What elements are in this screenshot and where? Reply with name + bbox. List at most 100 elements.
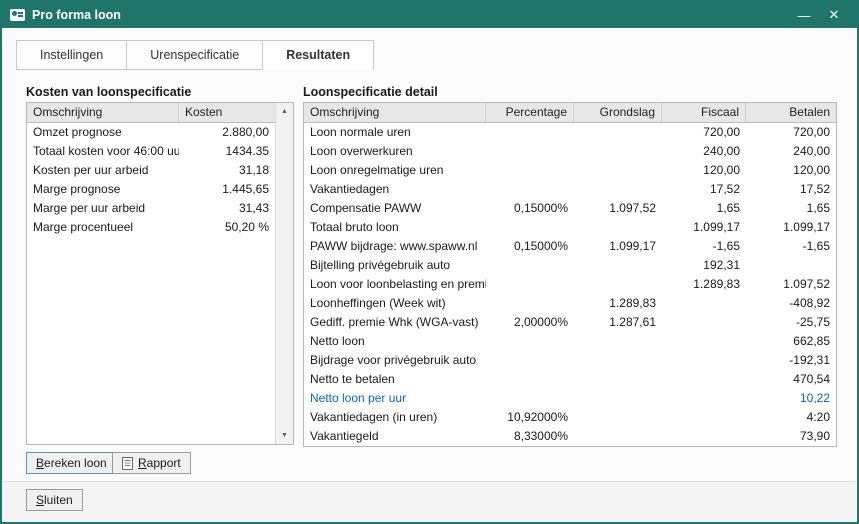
table-row[interactable]: Vakantiedagen (in uren)10,92000%4:20 — [304, 408, 836, 427]
table-row[interactable]: PAWW bijdrage: www.spaww.nl0,15000%1.099… — [304, 237, 836, 256]
window-title: Pro forma loon — [32, 8, 121, 22]
table-cell — [574, 351, 662, 370]
table-cell — [662, 351, 746, 370]
table-cell: Marge procentueel — [27, 218, 179, 237]
column-header-fiscaal: Fiscaal — [662, 103, 746, 122]
tab-urenspecificatie[interactable]: Urenspecificatie — [126, 40, 263, 70]
app-icon — [10, 9, 25, 21]
kosten-table-body: Omzet prognose2.880,00Totaal kosten voor… — [27, 123, 275, 237]
table-cell: Vakantiedagen (in uren) — [304, 408, 486, 427]
table-cell — [574, 332, 662, 351]
table-cell: 720,00 — [746, 123, 836, 142]
table-cell: 720,00 — [662, 123, 746, 142]
loonspecificatie-table-body: Loon normale uren 720,00720,00Loon overwe… — [304, 123, 836, 446]
table-row[interactable]: Loon voor loonbelasting en premies1.289,… — [304, 275, 836, 294]
table-row[interactable]: Vakantiegeld8,33000%73,90 — [304, 427, 836, 446]
bereken-loon-button-label: Bereken loon — [36, 456, 107, 470]
table-row[interactable]: Netto loon 662,85 — [304, 332, 836, 351]
table-cell: Vakantiedagen — [304, 180, 486, 199]
table-cell: 1.099,17 — [746, 218, 836, 237]
minimize-button[interactable]: — — [789, 4, 819, 26]
pro-forma-loon-dialog: Pro forma loon — ✕ Instellingen Urenspec… — [0, 0, 859, 524]
table-row[interactable]: Bijdrage voor privégebruik auto-192,31 — [304, 351, 836, 370]
table-cell — [574, 142, 662, 161]
table-cell — [574, 389, 662, 408]
column-header-omschrijving: Omschrijving — [304, 103, 486, 122]
loonspecificatie-table-header: Omschrijving Percentage Grondslag Fiscaa… — [304, 103, 836, 123]
table-cell — [574, 256, 662, 275]
table-cell: 31,43 — [179, 199, 275, 218]
table-cell: Totaal bruto loon — [304, 218, 486, 237]
table-cell: 10,22 — [746, 389, 836, 408]
table-cell: 1.099,17 — [574, 237, 662, 256]
table-cell: -408,92 — [746, 294, 836, 313]
table-cell: 10,92000% — [486, 408, 574, 427]
table-row[interactable]: Netto te betalen470,54 — [304, 370, 836, 389]
table-cell: 1.289,83 — [662, 275, 746, 294]
sluiten-button[interactable]: Sluiten — [26, 489, 83, 511]
table-cell: Bijdrage voor privégebruik auto — [304, 351, 486, 370]
table-cell: Marge per uur arbeid — [27, 199, 179, 218]
table-cell: Netto loon — [304, 332, 486, 351]
table-cell: -1,65 — [662, 237, 746, 256]
table-cell: 1.097,52 — [574, 199, 662, 218]
table-cell — [486, 275, 574, 294]
table-cell: PAWW bijdrage: www.spaww.nl — [304, 237, 486, 256]
table-cell: Totaal kosten voor 46:00 uur — [27, 142, 179, 161]
table-cell: Loon normale uren — [304, 123, 486, 142]
table-row[interactable]: Totaal bruto loon 1.099,171.099,17 — [304, 218, 836, 237]
table-cell — [574, 180, 662, 199]
sluiten-button-label: Sluiten — [36, 493, 73, 507]
table-cell: 0,15000% — [486, 199, 574, 218]
table-cell: 1.099,17 — [662, 218, 746, 237]
table-cell: 662,85 — [746, 332, 836, 351]
table-row[interactable]: Loonheffingen (Week wit)1.289,83-408,92 — [304, 294, 836, 313]
table-row[interactable]: Gediff. premie Whk (WGA-vast)2,00000%1.2… — [304, 313, 836, 332]
table-row[interactable]: Marge prognose1.445,65 — [27, 180, 275, 199]
table-row[interactable]: Loon normale uren 720,00720,00 — [304, 123, 836, 142]
table-row[interactable]: Compensatie PAWW0,15000%1.097,521,651,65 — [304, 199, 836, 218]
table-cell: Gediff. premie Whk (WGA-vast) — [304, 313, 486, 332]
vertical-scrollbar[interactable]: ▲ ▼ — [275, 103, 293, 444]
table-cell: 192,31 — [662, 256, 746, 275]
table-cell — [662, 408, 746, 427]
table-cell — [746, 256, 836, 275]
table-row[interactable]: Netto loon per uur10,22 — [304, 389, 836, 408]
table-row[interactable]: Loon onregelmatige uren120,00120,00 — [304, 161, 836, 180]
bereken-loon-button[interactable]: Bereken loon — [26, 452, 117, 474]
table-cell — [486, 142, 574, 161]
rapport-button[interactable]: Rapport — [112, 452, 191, 474]
table-cell — [662, 313, 746, 332]
table-cell — [574, 370, 662, 389]
table-cell — [574, 218, 662, 237]
right-panel-title: Loonspecificatie detail — [303, 85, 438, 99]
table-row[interactable]: Kosten per uur arbeid31,18 — [27, 161, 275, 180]
scroll-up-icon[interactable]: ▲ — [276, 103, 293, 120]
table-cell: Bijtelling privégebruik auto — [304, 256, 486, 275]
table-cell — [486, 332, 574, 351]
table-cell — [486, 370, 574, 389]
table-cell — [486, 389, 574, 408]
table-cell — [486, 294, 574, 313]
table-cell — [574, 123, 662, 142]
table-row[interactable]: Bijtelling privégebruik auto 192,31 — [304, 256, 836, 275]
tab-resultaten[interactable]: Resultaten — [262, 40, 374, 70]
table-cell — [662, 294, 746, 313]
column-header-betalen: Betalen — [746, 103, 836, 122]
close-button[interactable]: ✕ — [819, 4, 849, 26]
table-cell: Compensatie PAWW — [304, 199, 486, 218]
left-panel-title: Kosten van loonspecificatie — [26, 85, 191, 99]
bottom-bar — [2, 482, 857, 522]
table-row[interactable]: Totaal kosten voor 46:00 uur1434.35 — [27, 142, 275, 161]
table-row[interactable]: Marge procentueel50,20 % — [27, 218, 275, 237]
table-row[interactable]: Vakantiedagen17,5217,52 — [304, 180, 836, 199]
table-row[interactable]: Loon overwerkuren240,00240,00 — [304, 142, 836, 161]
table-cell — [574, 275, 662, 294]
scrollbar-track[interactable] — [276, 120, 293, 427]
tab-instellingen[interactable]: Instellingen — [16, 40, 127, 70]
table-row[interactable]: Marge per uur arbeid31,43 — [27, 199, 275, 218]
table-cell: 73,90 — [746, 427, 836, 446]
tab-bar: Instellingen Urenspecificatie Resultaten — [16, 40, 374, 70]
scroll-down-icon[interactable]: ▼ — [276, 427, 293, 444]
table-row[interactable]: Omzet prognose2.880,00 — [27, 123, 275, 142]
